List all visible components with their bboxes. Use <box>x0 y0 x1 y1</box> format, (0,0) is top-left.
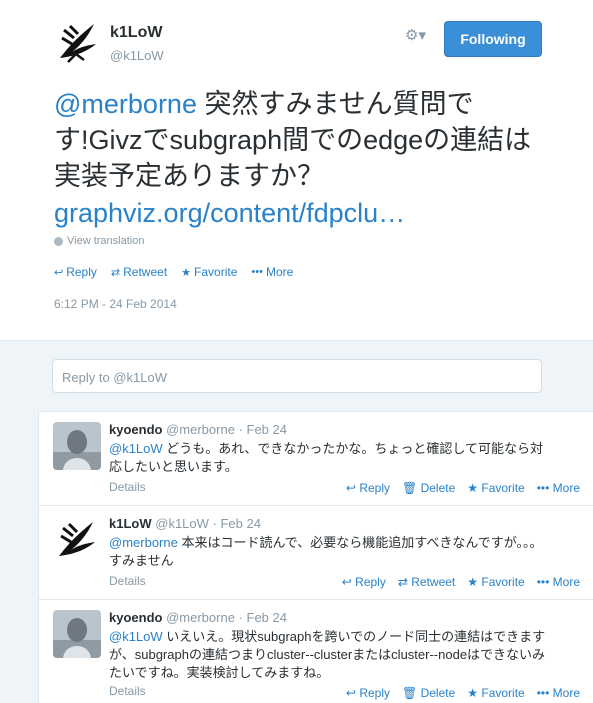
tweet-text: @merborne 突然すみません質問です!Givzでsubgraph間でのed… <box>54 86 534 194</box>
reply-input[interactable]: Reply to @k1LoW <box>52 359 542 393</box>
tweet-mention[interactable]: @merborne <box>54 89 197 119</box>
more-label: More <box>552 686 580 700</box>
reply-body: どうも。あれ、できなかったかな。ちょっと確認して可能なら対応したいと思います。 <box>109 441 544 474</box>
gear-icon[interactable]: ⚙▾ <box>405 26 439 48</box>
avatar[interactable] <box>53 610 101 658</box>
reply-label: Reply <box>359 481 390 495</box>
reply-mention[interactable]: @k1LoW <box>109 441 163 456</box>
delete-button[interactable]: 🗑 Delete <box>402 481 455 495</box>
reply-actions: ↩ Reply 🗑 Delete ★ Favorite ••• More <box>346 481 580 495</box>
reply-button[interactable]: ↩ Reply <box>54 265 97 279</box>
avatar[interactable] <box>53 422 101 470</box>
more-button[interactable]: ••• More <box>251 265 293 279</box>
main-tweet: k1LoW @k1LoW ⚙▾ Following @merborne 突然すみ… <box>0 0 593 340</box>
favorite-button[interactable]: ★ Favorite <box>467 686 524 700</box>
reply-label: Reply <box>359 686 390 700</box>
retweet-button[interactable]: ⇄ Retweet <box>398 575 455 589</box>
reply-author-name[interactable]: kyoendo <box>109 422 162 437</box>
retweet-icon: ⇄ <box>110 266 121 279</box>
list-item: k1LoW @k1LoW · Feb 24 @merborne 本来はコード読ん… <box>39 506 593 600</box>
more-button[interactable]: ••• More <box>537 481 580 495</box>
reply-author-handle[interactable]: @merborne <box>166 422 235 437</box>
reply-author-name[interactable]: kyoendo <box>109 610 162 625</box>
retweet-label: Retweet <box>123 265 168 279</box>
reply-time[interactable]: · Feb 24 <box>239 610 287 625</box>
following-button[interactable]: Following <box>444 21 542 57</box>
reply-label: Reply <box>355 575 386 589</box>
reply-header: kyoendo @merborne · Feb 24 <box>109 610 287 625</box>
more-button[interactable]: ••• More <box>537 575 580 589</box>
more-label: More <box>552 575 580 589</box>
more-icon: ••• <box>251 266 263 278</box>
reply-author-handle[interactable]: @merborne <box>166 610 235 625</box>
author-avatar[interactable] <box>54 18 102 66</box>
favorite-label: Favorite <box>481 481 525 495</box>
delete-button[interactable]: 🗑 Delete <box>402 686 455 700</box>
reply-author-handle[interactable]: @k1LoW <box>155 516 209 531</box>
favorite-button[interactable]: ★ Favorite <box>467 481 524 495</box>
globe-icon <box>54 236 63 246</box>
star-icon: ★ <box>181 266 192 279</box>
reply-text: @merborne 本来はコード読んで、必要なら機能追加すべきなんですが。。。す… <box>109 534 549 570</box>
reply-text: @k1LoW いえいえ。現状subgraphを跨いでのノード同士の連結はできます… <box>109 628 549 682</box>
tweet-timestamp[interactable]: 6:12 PM - 24 Feb 2014 <box>54 297 177 311</box>
reply-time[interactable]: · Feb 24 <box>239 422 287 437</box>
view-translation[interactable]: View translation <box>54 235 144 247</box>
more-label: More <box>552 481 580 495</box>
reply-button[interactable]: ↩ Reply <box>346 481 390 495</box>
reply-header: kyoendo @merborne · Feb 24 <box>109 422 287 437</box>
reply-body: いえいえ。現状subgraphを跨いでのノード同士の連結はできますが、subgr… <box>109 629 546 680</box>
list-item: kyoendo @merborne · Feb 24 @k1LoW いえいえ。現… <box>39 600 593 703</box>
favorite-label: Favorite <box>481 575 525 589</box>
author-handle[interactable]: @k1LoW <box>110 48 164 63</box>
favorite-label: Favorite <box>194 265 238 279</box>
reply-actions: ↩ Reply 🗑 Delete ★ Favorite ••• More <box>346 686 580 700</box>
reply-time[interactable]: · Feb 24 <box>213 516 261 531</box>
details-link[interactable]: Details <box>109 480 146 494</box>
details-link[interactable]: Details <box>109 684 146 698</box>
delete-label: Delete <box>420 481 456 495</box>
reply-text: @k1LoW どうも。あれ、できなかったかな。ちょっと確認して可能なら対応したい… <box>109 440 549 476</box>
delete-label: Delete <box>420 686 456 700</box>
favorite-label: Favorite <box>481 686 525 700</box>
details-link[interactable]: Details <box>109 574 146 588</box>
tweet-actions: ↩ Reply ⇄ Retweet ★ Favorite ••• More <box>54 265 293 279</box>
reply-icon: ↩ <box>54 266 64 279</box>
retweet-button[interactable]: ⇄ Retweet <box>111 265 167 279</box>
more-label: More <box>265 265 294 279</box>
tweet-link[interactable]: graphviz.org/content/fdpclu… <box>54 195 405 231</box>
reply-button[interactable]: ↩ Reply <box>342 575 386 589</box>
avatar[interactable] <box>53 516 101 564</box>
retweet-label: Retweet <box>411 575 456 589</box>
reply-button[interactable]: ↩ Reply <box>346 686 390 700</box>
list-item: kyoendo @merborne · Feb 24 @k1LoW どうも。あれ… <box>39 412 593 506</box>
reply-actions: ↩ Reply ⇄ Retweet ★ Favorite ••• More <box>342 575 580 589</box>
reply-label: Reply <box>66 265 97 279</box>
author-name[interactable]: k1LoW <box>110 24 162 42</box>
reply-author-name[interactable]: k1LoW <box>109 516 152 531</box>
favorite-button[interactable]: ★ Favorite <box>181 265 237 279</box>
view-translation-label: View translation <box>67 235 145 247</box>
reply-mention[interactable]: @merborne <box>109 535 178 550</box>
reply-mention[interactable]: @k1LoW <box>109 629 163 644</box>
favorite-button[interactable]: ★ Favorite <box>467 575 524 589</box>
more-button[interactable]: ••• More <box>537 686 580 700</box>
reply-header: k1LoW @k1LoW · Feb 24 <box>109 516 261 531</box>
replies-list: kyoendo @merborne · Feb 24 @k1LoW どうも。あれ… <box>38 411 593 703</box>
